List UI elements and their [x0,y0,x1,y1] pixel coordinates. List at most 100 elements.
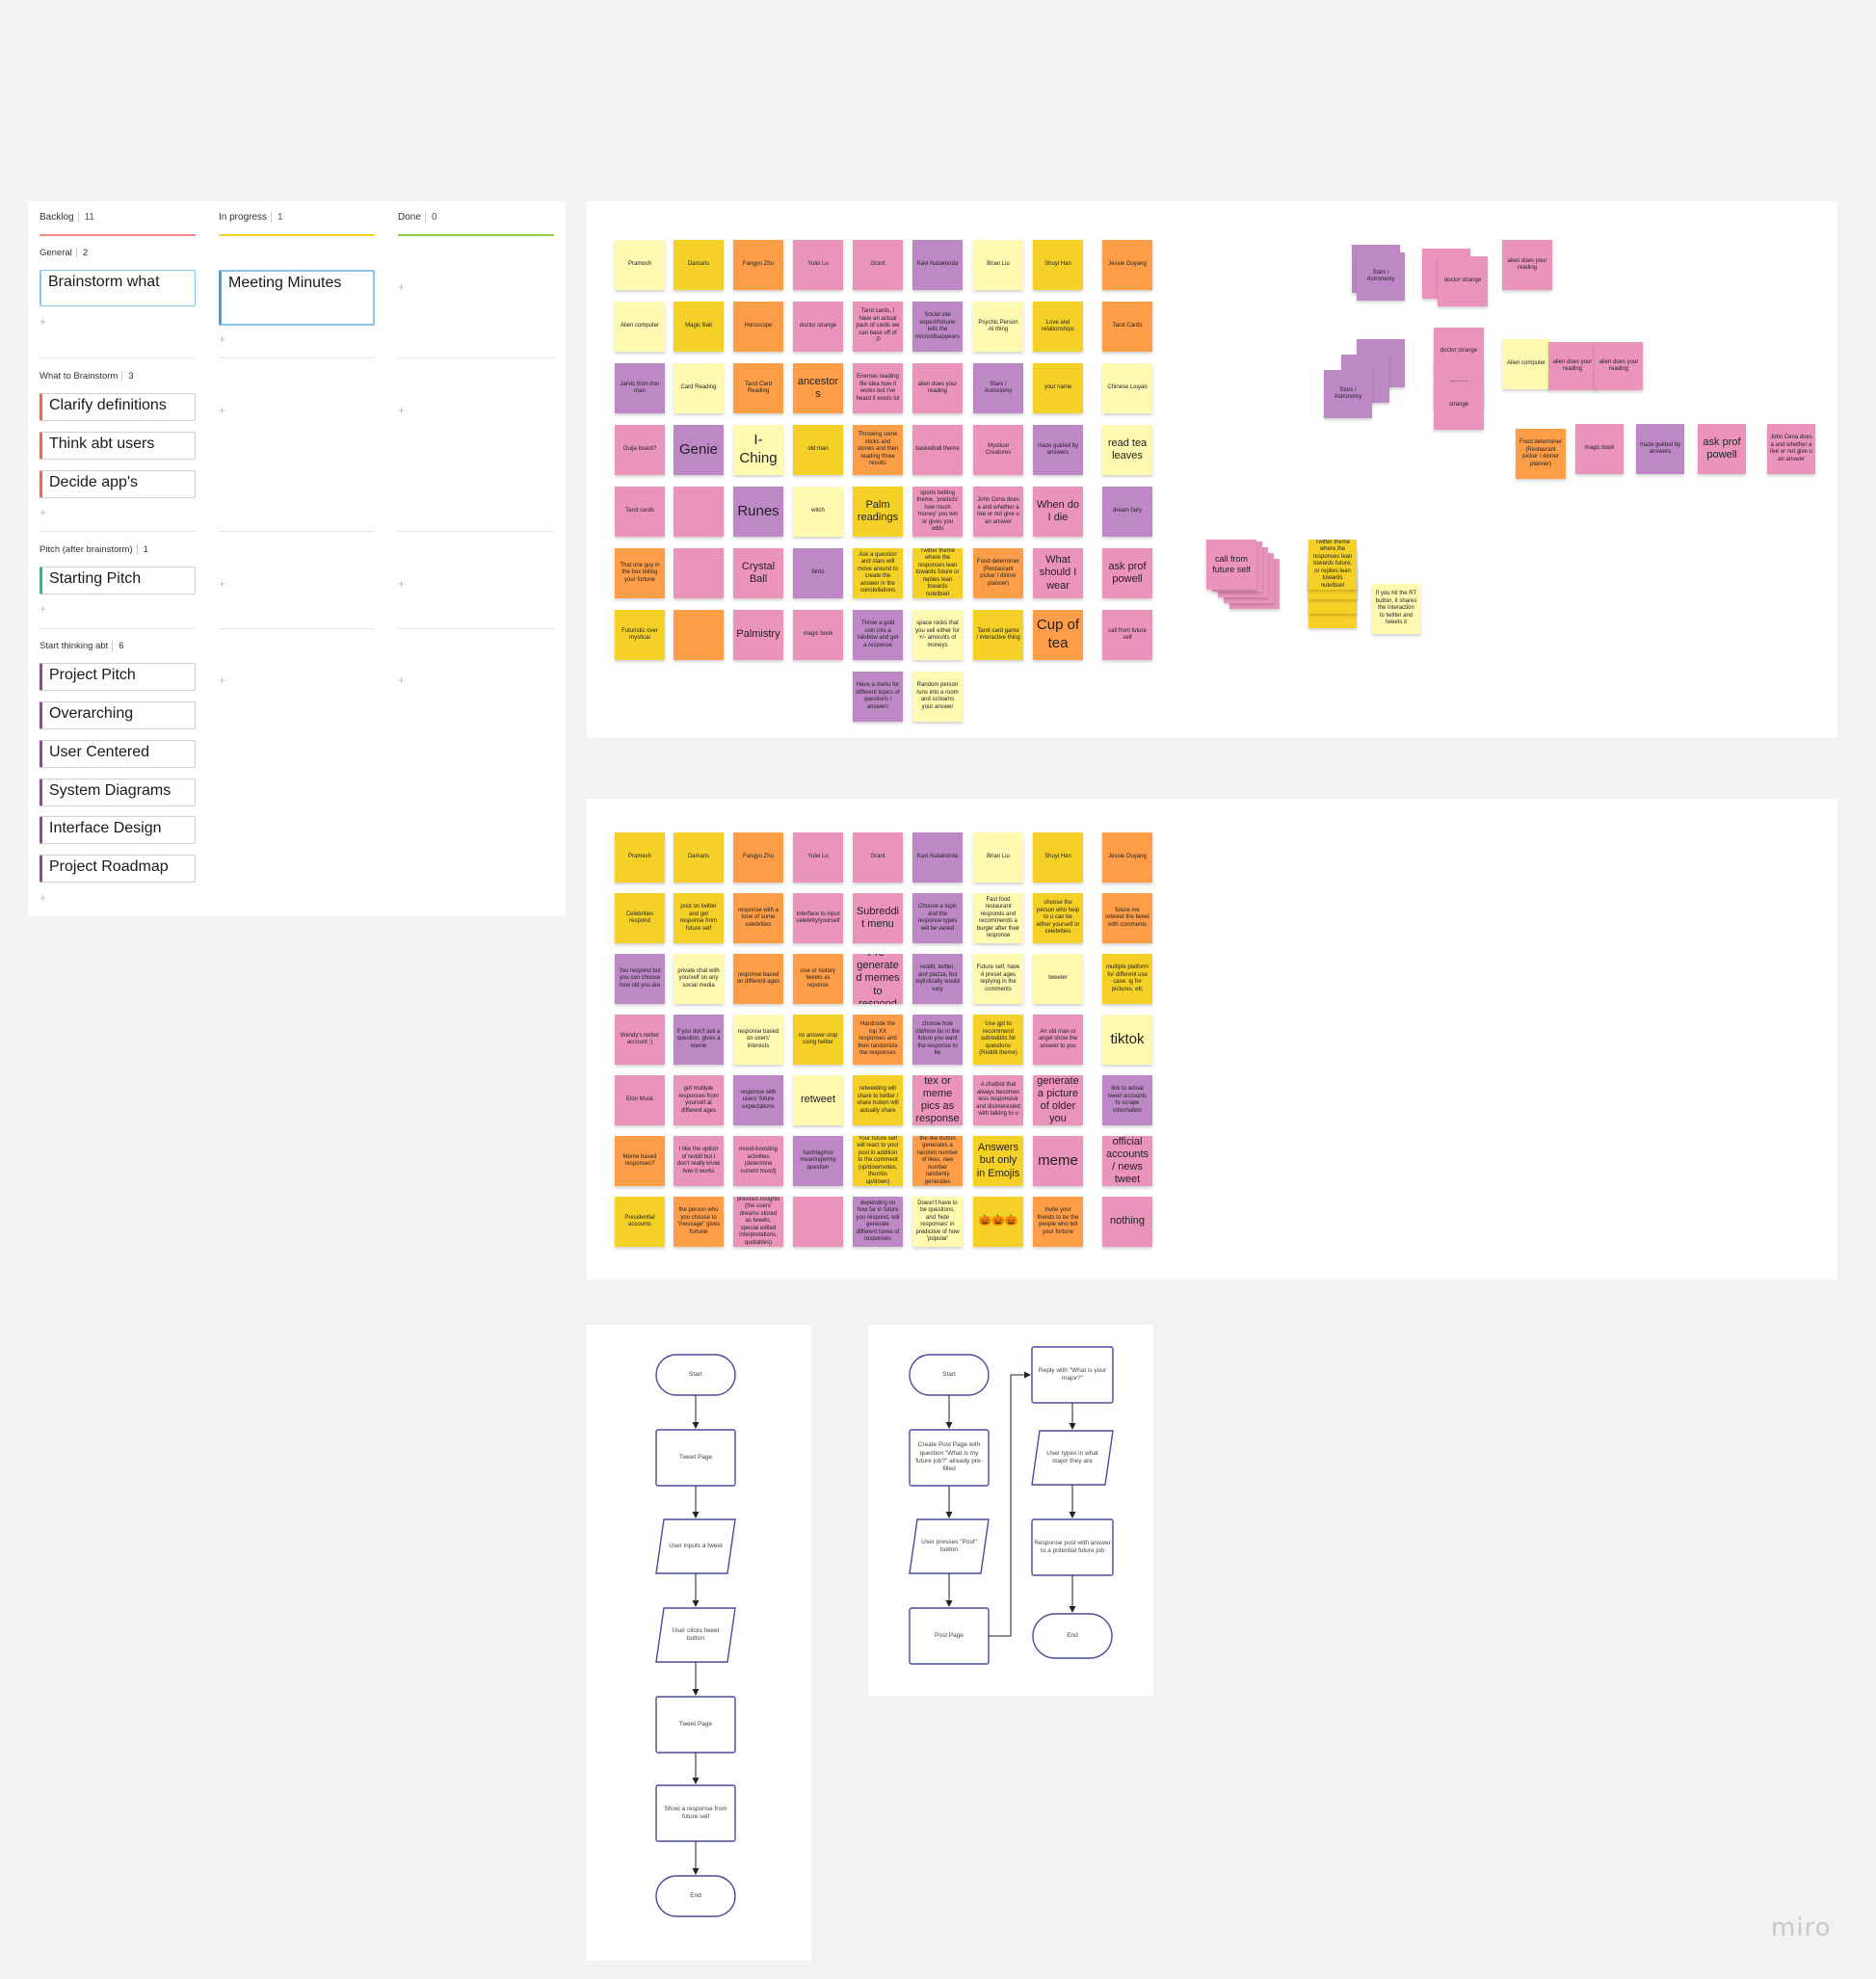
card-interface-design[interactable]: Interface Design [40,816,196,844]
sticky-note[interactable]: Stars / Astronomy [973,363,1023,413]
sticky-note[interactable]: Fangyu Zhu [733,832,783,883]
group-header-general[interactable]: General 2 [40,248,89,258]
sticky-note[interactable]: choose tex or meme pics as responses [912,1075,963,1125]
sticky-note[interactable]: alien does your reading [1502,240,1552,290]
flow-node-user-presses-post[interactable]: User presses "Post" button [917,1519,981,1573]
card-system-diagrams[interactable]: System Diagrams [40,778,196,806]
sticky-note[interactable]: 🎃🎃🎃 [973,1197,1023,1247]
sticky-note[interactable]: Tarot Card Reading [733,363,783,413]
sticky-note[interactable]: read tea leaves [1102,425,1152,475]
sticky-note[interactable]: Throw a gold coin into a rainbow and get… [853,610,903,660]
sticky-note[interactable]: call from future self [1102,610,1152,660]
sticky-note[interactable]: Grant [853,240,903,290]
sticky-note[interactable]: Kavi Natakonda [912,832,963,883]
sticky-note[interactable]: choose how old/how far in the future you… [912,1015,963,1065]
sticky-note[interactable]: When do I die [1033,487,1083,537]
sticky-note[interactable] [793,1197,843,1247]
sticky-note[interactable]: Genie [674,425,724,475]
sticky-note[interactable] [674,487,724,537]
sticky-note[interactable]: link to actual tweet accounts to scrape … [1102,1075,1152,1125]
card-decide-apps[interactable]: Decide app's [40,470,196,498]
sticky-note[interactable]: Have a menu for different topics of ques… [853,672,903,722]
sticky-note[interactable]: Throwing some sticks and stones and then… [853,425,903,475]
sticky-note[interactable]: ask prof powell [1698,424,1746,474]
sticky-note[interactable]: maze guided by answers [1636,424,1684,474]
sticky-note[interactable]: Grant [853,832,903,883]
sticky-note[interactable]: If you hit the RT button, it shares the … [1372,584,1420,634]
sticky-note[interactable]: response based on users' interests [733,1015,783,1065]
sticky-note[interactable]: Futuristic over mystical [615,610,665,660]
sticky-note[interactable]: call from future self [1206,540,1256,590]
sticky-note[interactable]: Jarvis from iron man [615,363,665,413]
sticky-note[interactable]: tiktok [1102,1015,1152,1065]
sticky-note[interactable]: choose the person who help to u can be e… [1033,893,1083,943]
sticky-note[interactable]: If you don't ask a question, gives a mem… [674,1015,724,1065]
sticky-note[interactable]: Random person runs into a room and screa… [912,672,963,722]
sticky-note[interactable]: Presidential accounts [615,1197,665,1247]
sticky-note[interactable]: doctor strange [793,302,843,352]
flow-node-end[interactable]: End [656,1876,735,1916]
sticky-note[interactable]: Brian Liu [973,832,1023,883]
sticky-note[interactable]: Meme based responses? [615,1136,665,1186]
sticky-note[interactable]: Tarot cards, I have an actual pack of ca… [853,302,903,352]
sticky-note[interactable]: Magic Ball [674,302,724,352]
sticky-note[interactable]: I like the option of reddit but I don't … [674,1136,724,1186]
flow-node-tweet-page-2[interactable]: Tweet Page [656,1697,735,1753]
sticky-note[interactable]: John Cena does a and whether a live or n… [1767,424,1815,474]
sticky-note[interactable]: alien does your reading [1595,342,1643,390]
add-card-button[interactable]: + [219,673,225,687]
sticky-note[interactable]: Celebrities respond [615,893,665,943]
sticky-note[interactable]: future me retweet the tweet with comment… [1102,893,1152,943]
sticky-note[interactable]: Twitter theme where the responses lean t… [1308,540,1357,590]
sticky-note[interactable]: Pre-generated memes to respond [853,954,903,1004]
group-header-what-to-brainstorm[interactable]: What to Brainstorm 3 [40,371,134,382]
sticky-note[interactable]: Jessie Ouyang [1102,240,1152,290]
column-header[interactable]: Backlog 11 [40,212,94,223]
sticky-note[interactable]: Interface to input celebrity/yourself [793,893,843,943]
add-card-button[interactable]: + [398,577,405,591]
sticky-note[interactable]: Love and relationships [1033,302,1083,352]
sticky-note[interactable]: Stars / Astronomy [1357,252,1405,301]
sticky-note[interactable]: Food determiner (Restaurant picker / din… [973,548,1023,598]
sticky-note[interactable]: depending on how far in future you respo… [853,1197,903,1247]
flow-node-response-post[interactable]: Response post with answer to a potential… [1034,1519,1111,1575]
sticky-note[interactable]: birds [793,548,843,598]
sticky-note[interactable]: private chat with yourself on any social… [674,954,724,1004]
sticky-note[interactable]: A chatbot that always becomes less respo… [973,1075,1023,1125]
sticky-note[interactable]: Runes [733,487,783,537]
sticky-note[interactable]: doctor strange [1438,256,1488,306]
card-project-roadmap[interactable]: Project Roadmap [40,855,196,883]
card-brainstorm[interactable]: Brainstorm what [40,270,196,306]
add-card-button[interactable]: + [40,602,46,616]
add-card-button[interactable]: + [40,891,46,905]
sticky-note[interactable]: You respond but you can choose how old y… [615,954,665,1004]
group-header-start-thinking[interactable]: Start thinking abt 6 [40,641,124,651]
flow-node-create-post[interactable]: Create Post Page with question "What is … [912,1430,987,1486]
sticky-note[interactable]: Doesn't have to be questions, and 'hide … [912,1197,963,1247]
add-card-button[interactable]: + [40,506,46,519]
flow-node-reply-major[interactable]: Reply with "What is your major?" [1034,1347,1111,1403]
sticky-note[interactable]: Kavi Natakonda [912,240,963,290]
sticky-note[interactable]: meme [1033,1136,1083,1186]
sticky-note[interactable]: previous insights (the users' dreams sto… [733,1197,783,1247]
sticky-note[interactable]: tweeter [1033,954,1083,1004]
column-header[interactable]: Done 0 [398,212,437,223]
sticky-note[interactable]: no answer-stop using twitter [793,1015,843,1065]
flow-node-user-clicks[interactable]: User clicks tweet button [664,1608,727,1662]
sticky-note[interactable]: sports betting theme, 'predicts' how muc… [912,487,963,537]
sticky-note[interactable]: Elon Musk [615,1075,665,1125]
sticky-note[interactable]: the like button generates a random numbe… [912,1136,963,1186]
flow-node-start[interactable]: Start [910,1355,989,1395]
sticky-note[interactable]: reddit, twitter, and piazza, but stylist… [912,954,963,1004]
sticky-note[interactable]: Your future self will react to your post… [853,1136,903,1186]
sticky-note[interactable]: ancestors [793,363,843,413]
add-card-button[interactable]: + [398,673,405,687]
sticky-note[interactable]: magic book [793,610,843,660]
sticky-note[interactable]: generate a picture of older you [1033,1075,1083,1125]
sticky-note[interactable]: alien does your reading [1548,342,1597,390]
sticky-note[interactable]: response with a tone of some celebrities [733,893,783,943]
sticky-note[interactable]: Tarot Cards [1102,302,1152,352]
sticky-note[interactable]: Tarot card game / interactive thing [973,610,1023,660]
sticky-note[interactable]: witch [793,487,843,537]
flow-node-end[interactable]: End [1033,1614,1112,1658]
